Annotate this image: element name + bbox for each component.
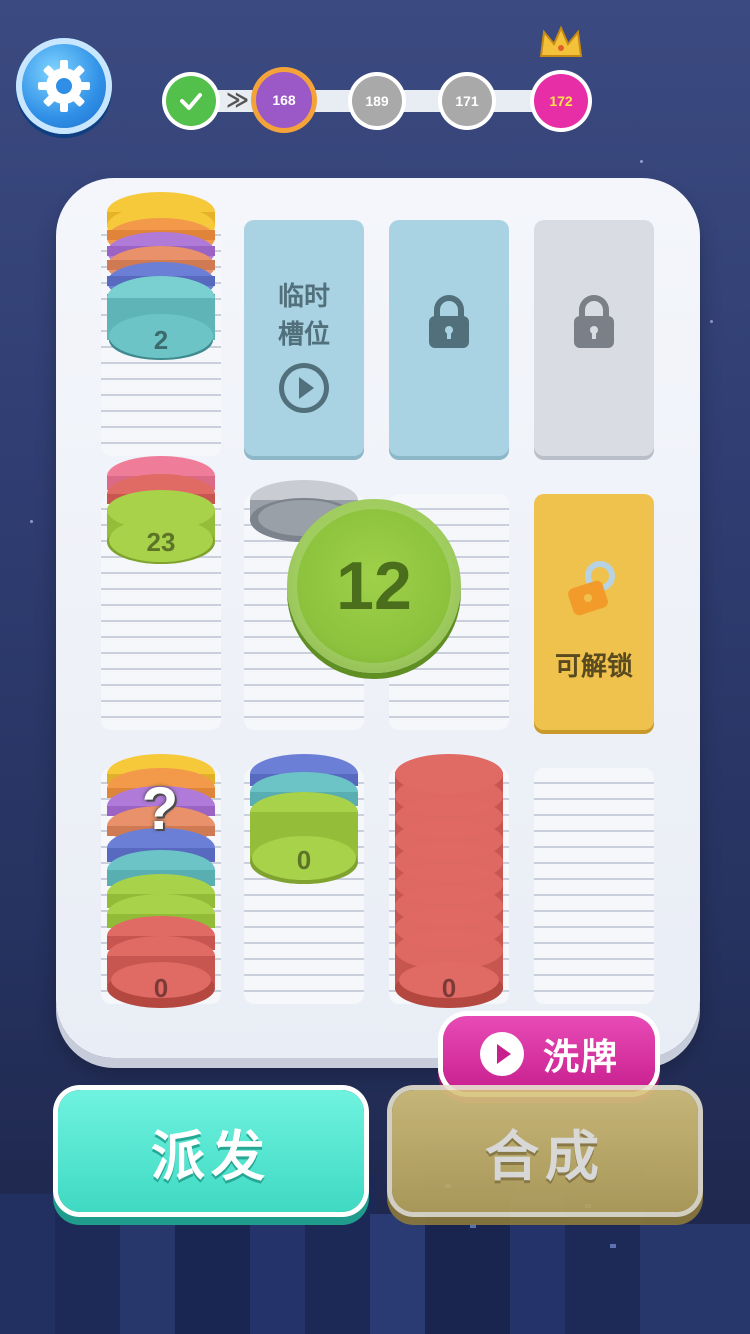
stack-count-label: 2 xyxy=(153,324,169,355)
merge-button[interactable]: 合成 xyxy=(392,1090,698,1212)
level-number: 172 xyxy=(549,93,573,109)
progress-arrow: ≫ xyxy=(226,88,250,113)
stack-count-label: 0 xyxy=(441,972,457,1003)
locked-slot[interactable] xyxy=(534,220,654,456)
level-number: 168 xyxy=(272,92,296,108)
star-dot xyxy=(710,320,713,323)
stack-column[interactable] xyxy=(534,768,654,1004)
level-number: 189 xyxy=(365,93,389,109)
check-icon xyxy=(180,93,202,110)
crown-icon xyxy=(539,25,583,57)
play-icon xyxy=(279,363,329,413)
unlock-label: 可解锁 xyxy=(554,652,633,682)
floating-chip-number: 12 xyxy=(336,548,412,624)
shuffle-label: 洗牌 xyxy=(542,1037,619,1078)
temp-slot-label: 临时 槽位 xyxy=(277,282,330,350)
gear-icon xyxy=(38,60,90,112)
star-dot xyxy=(640,160,643,163)
temp-slot[interactable]: 临时 槽位 xyxy=(244,220,364,456)
level-node: 171 xyxy=(442,76,492,126)
lock-icon xyxy=(429,295,469,348)
star-dot xyxy=(30,520,33,523)
stack-count-label: 0 xyxy=(296,844,312,875)
settings-button[interactable] xyxy=(16,38,112,134)
level-number: 171 xyxy=(455,93,479,109)
play-icon xyxy=(479,1032,524,1076)
level-node-current: 168 xyxy=(256,72,312,128)
locked-slot[interactable] xyxy=(389,220,509,456)
unlock-icon xyxy=(568,561,615,616)
level-node-boss: 172 xyxy=(534,74,588,128)
unlockable-slot[interactable]: 可解锁 xyxy=(534,494,654,730)
deal-button[interactable]: 派发 xyxy=(58,1090,364,1212)
deal-label: 派发 xyxy=(151,1124,271,1188)
mystery-mark: ? xyxy=(141,775,179,842)
floating-chip[interactable]: 12 xyxy=(287,499,461,673)
shuffle-button[interactable]: 洗牌 xyxy=(443,1016,655,1092)
stack-count-label: 23 xyxy=(146,526,176,557)
merge-label: 合成 xyxy=(485,1124,605,1188)
level-node: 189 xyxy=(352,76,402,126)
lock-icon xyxy=(574,295,614,348)
level-node-done xyxy=(166,76,216,126)
stack-count-label: 0 xyxy=(153,972,169,1003)
